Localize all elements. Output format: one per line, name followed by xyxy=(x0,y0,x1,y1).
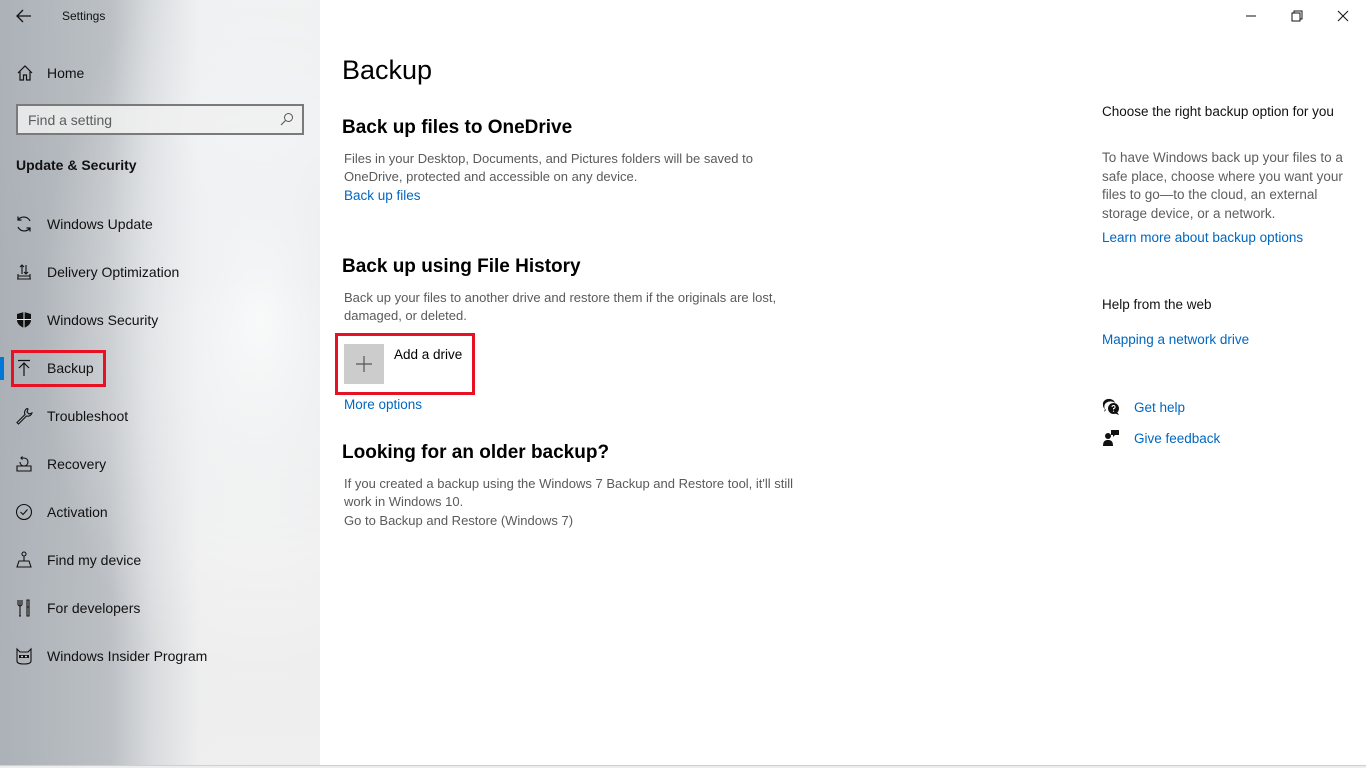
sidebar-item-label: Activation xyxy=(47,504,108,520)
sidebar-item-recovery[interactable]: Recovery xyxy=(0,440,320,488)
insider-ninjacat-icon xyxy=(15,647,33,665)
sidebar: Settings Home Update & Security Windows … xyxy=(0,0,320,768)
sidebar-item-windows-update[interactable]: Windows Update xyxy=(0,200,320,248)
backup-restore-windows7-link[interactable]: Go to Backup and Restore (Windows 7) xyxy=(344,513,573,528)
older-backup-heading: Looking for an older backup? xyxy=(342,442,610,463)
app-title: Settings xyxy=(62,9,106,23)
file-history-description: Back up your files to another drive and … xyxy=(344,290,777,323)
recovery-icon xyxy=(15,455,33,473)
sidebar-item-backup[interactable]: Backup xyxy=(0,344,320,392)
file-history-heading: Back up using File History xyxy=(342,256,581,277)
sidebar-item-find-my-device[interactable]: Find my device xyxy=(0,536,320,584)
sidebar-item-activation[interactable]: Activation xyxy=(0,488,320,536)
mapping-network-drive-link[interactable]: Mapping a network drive xyxy=(1102,332,1249,347)
older-backup-description: If you created a backup using the Window… xyxy=(344,476,794,509)
sidebar-item-label: Windows Insider Program xyxy=(47,648,208,664)
developer-tools-icon xyxy=(15,599,33,617)
sidebar-item-label: Find my device xyxy=(47,552,142,568)
sidebar-item-label: Recovery xyxy=(47,456,107,472)
active-indicator xyxy=(0,357,4,380)
get-help-icon xyxy=(1102,398,1120,416)
search-input[interactable] xyxy=(18,111,268,128)
sidebar-nav: Windows Update Delivery Optimization Win… xyxy=(0,200,320,680)
home-label: Home xyxy=(47,65,85,81)
find-device-icon xyxy=(15,551,33,569)
onedrive-heading: Back up files to OneDrive xyxy=(342,117,573,138)
page-title: Backup xyxy=(342,55,433,85)
add-drive-button[interactable]: Add a drive xyxy=(344,344,462,384)
get-help-button[interactable]: Get help xyxy=(1102,398,1185,416)
search-box xyxy=(16,104,304,135)
search-icon[interactable] xyxy=(280,112,294,126)
minimize-button[interactable] xyxy=(1228,0,1274,32)
learn-more-backup-link[interactable]: Learn more about backup options xyxy=(1102,230,1303,245)
give-feedback-button[interactable]: Give feedback xyxy=(1102,429,1220,447)
minimize-icon xyxy=(1246,15,1256,17)
close-icon xyxy=(1337,10,1349,22)
back-button[interactable] xyxy=(10,4,38,28)
sidebar-item-label: Windows Security xyxy=(47,312,159,328)
sidebar-item-label: Windows Update xyxy=(47,216,153,232)
sidebar-item-label: Troubleshoot xyxy=(47,408,129,424)
home-icon xyxy=(17,65,33,81)
choose-backup-heading: Choose the right backup option for you xyxy=(1102,104,1334,119)
add-drive-tile xyxy=(344,344,384,384)
back-arrow-icon xyxy=(16,9,31,23)
give-feedback-label: Give feedback xyxy=(1134,430,1221,446)
sync-icon xyxy=(15,215,33,233)
back-up-files-link[interactable]: Back up files xyxy=(344,188,421,203)
sidebar-item-label: Backup xyxy=(47,360,94,376)
home-button[interactable]: Home xyxy=(16,62,84,84)
help-from-web-heading: Help from the web xyxy=(1102,297,1212,312)
close-button[interactable] xyxy=(1320,0,1366,32)
shield-icon xyxy=(15,311,33,329)
restore-button[interactable] xyxy=(1274,0,1320,32)
sidebar-item-for-developers[interactable]: For developers xyxy=(0,584,320,632)
delivery-optimization-icon xyxy=(15,263,33,281)
more-options-link[interactable]: More options xyxy=(344,397,422,412)
window-controls xyxy=(1228,0,1366,32)
plus-icon xyxy=(356,356,372,372)
get-help-label: Get help xyxy=(1134,399,1186,415)
sidebar-item-troubleshoot[interactable]: Troubleshoot xyxy=(0,392,320,440)
choose-backup-text: To have Windows back up your files to a … xyxy=(1102,150,1343,221)
sidebar-item-windows-security[interactable]: Windows Security xyxy=(0,296,320,344)
sidebar-item-delivery-optimization[interactable]: Delivery Optimization xyxy=(0,248,320,296)
check-circle-icon xyxy=(15,503,33,521)
sidebar-item-label: For developers xyxy=(47,600,141,616)
sidebar-item-windows-insider-program[interactable]: Windows Insider Program xyxy=(0,632,320,680)
upload-arrow-icon xyxy=(15,359,33,377)
wrench-icon xyxy=(15,407,33,425)
restore-icon xyxy=(1291,10,1303,22)
onedrive-description: Files in your Desktop, Documents, and Pi… xyxy=(344,151,753,184)
sidebar-item-label: Delivery Optimization xyxy=(47,264,180,280)
section-title: Update & Security xyxy=(16,157,137,173)
add-drive-label: Add a drive xyxy=(394,347,463,362)
feedback-icon xyxy=(1102,429,1120,447)
